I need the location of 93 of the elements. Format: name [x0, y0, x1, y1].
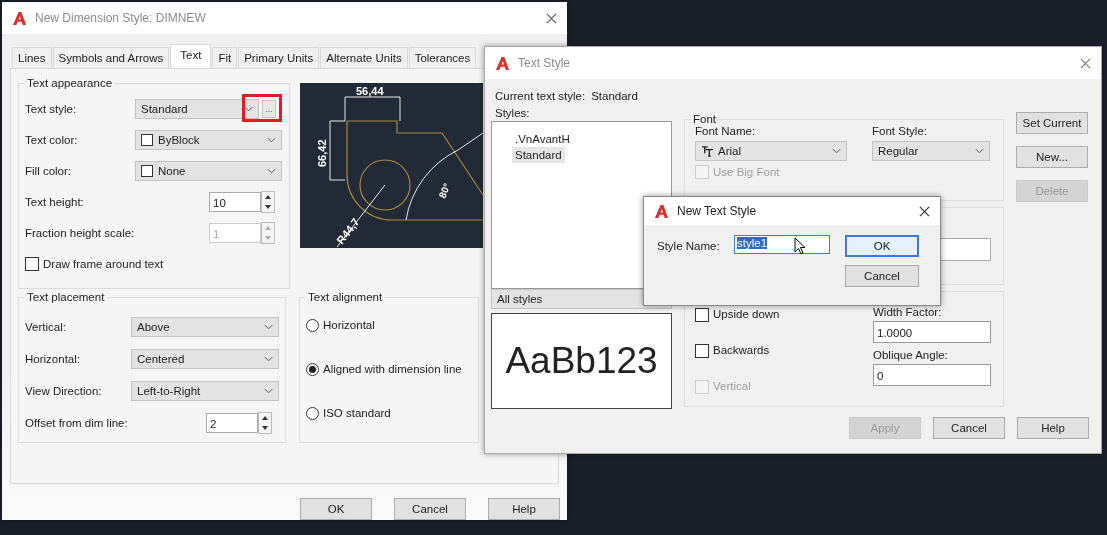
input-field[interactable]: 0 [873, 364, 991, 386]
current-style-value: Standard [591, 90, 638, 102]
field-label: Style Name: [657, 240, 721, 254]
dialog-button[interactable]: Cancel [845, 265, 919, 287]
field-label: Font Style: [872, 125, 928, 137]
dropdown[interactable]: Arial [695, 141, 847, 161]
spinner-arrows[interactable] [258, 412, 272, 434]
chevron-icon [264, 388, 273, 394]
close-icon[interactable] [546, 12, 557, 24]
field-label: Fill color: [25, 164, 72, 177]
dialog-button[interactable]: Cancel [933, 417, 1005, 439]
chevron-icon [267, 167, 276, 174]
tab[interactable]: Tolerances [408, 47, 477, 68]
field-label: Styles: [495, 107, 531, 121]
app-logo-icon [12, 10, 27, 26]
number-field[interactable]: 2 [206, 413, 258, 433]
tab[interactable]: Primary Units [238, 47, 320, 68]
list-item[interactable]: .VnAvantH [512, 131, 573, 147]
field-label: Text color: [25, 133, 79, 146]
dropdown[interactable]: None [135, 160, 282, 181]
close-icon[interactable] [919, 205, 930, 217]
dimension-text: 80° [436, 181, 453, 200]
field-label: Horizontal: [25, 353, 81, 365]
dimension-text: 66,42 [316, 139, 328, 167]
tab[interactable]: Lines [12, 47, 52, 68]
chevron-icon [264, 356, 273, 362]
dimension-text: 56,44 [356, 85, 384, 97]
font-preview: AaBb123 [491, 313, 672, 409]
input-field[interactable]: style1 [734, 235, 830, 254]
dialog-button[interactable]: Set Current [1016, 112, 1088, 134]
checkbox[interactable] [25, 256, 39, 271]
list-item[interactable]: Standard [512, 147, 565, 163]
tab[interactable]: Alternate Units [320, 47, 408, 68]
group-title: Text appearance [26, 77, 114, 89]
checkbox[interactable] [695, 344, 709, 358]
dialog-button[interactable]: Help [488, 498, 560, 520]
app-logo-icon [654, 203, 669, 219]
dropdown[interactable]: Above [131, 317, 279, 337]
checkbox-label: Upside down [713, 308, 780, 320]
dialog-button[interactable]: Cancel [394, 498, 466, 520]
field-label: Vertical: [25, 321, 67, 333]
radio-label: Aligned with dimension line [323, 363, 462, 375]
field-label: Font Name: [695, 125, 757, 137]
group-title: Font [692, 113, 717, 125]
checkbox-label: Backwards [713, 344, 770, 356]
hole-outline [359, 159, 411, 211]
window-title: New Dimension Style: DIMNEW [35, 11, 207, 25]
window-title: New Text Style [677, 204, 758, 218]
field-label: Text height: [25, 195, 85, 208]
field-label: View Direction: [25, 385, 103, 397]
chevron-icon [267, 136, 276, 143]
group-title: Text alignment [307, 291, 384, 303]
field-label: Current text style: [495, 90, 586, 102]
group-title: Text placement [26, 291, 106, 303]
font-type-icon [701, 145, 714, 157]
tab[interactable]: Symbols and Arrows [52, 47, 170, 68]
radio-button[interactable] [306, 406, 319, 420]
radio-button[interactable] [306, 362, 319, 376]
chevron-icon [832, 148, 841, 154]
field-label: Text style: [25, 102, 78, 115]
input-field[interactable]: 1.0000 [873, 321, 991, 343]
dialog-button[interactable]: New... [1016, 146, 1088, 168]
chevron-icon [244, 105, 253, 112]
checkbox[interactable] [695, 308, 709, 322]
checkbox-label: Vertical [713, 380, 751, 392]
leader-line [336, 184, 386, 248]
tab[interactable]: Text [170, 44, 212, 68]
checkbox-label: Use Big Font [713, 166, 780, 178]
field-label: Fraction height scale: [25, 226, 135, 239]
dropdown[interactable]: ByBlock [135, 129, 282, 150]
field-label: Width Factor: [873, 306, 943, 318]
dialog-button[interactable]: OK [845, 235, 919, 257]
radio-label: ISO standard [323, 407, 391, 419]
dialog-button[interactable]: OK [300, 498, 372, 520]
chevron-icon [975, 148, 984, 154]
dialog-button[interactable]: Help [1017, 417, 1089, 439]
mouse-cursor-icon [794, 237, 806, 255]
field-label: Offset from dim line: [25, 417, 129, 429]
checkbox-label: Draw frame around text [43, 257, 164, 270]
radio-label: Horizontal [323, 319, 375, 331]
number-field[interactable]: 10 [209, 191, 261, 212]
chevron-icon [264, 324, 273, 330]
radio-button[interactable] [306, 318, 319, 332]
tab[interactable]: Fit [212, 47, 238, 68]
window-title: Text Style [518, 56, 572, 70]
browse-button[interactable]: ... [262, 99, 276, 118]
dropdown[interactable]: Regular [872, 141, 990, 161]
spinner-arrows[interactable] [261, 190, 275, 213]
dropdown[interactable]: Left-to-Right [131, 381, 279, 401]
field-label: Oblique Angle: [873, 349, 949, 361]
dropdown[interactable]: Centered [131, 349, 279, 369]
app-logo-icon [495, 55, 510, 71]
dropdown[interactable]: Standard [135, 98, 259, 119]
